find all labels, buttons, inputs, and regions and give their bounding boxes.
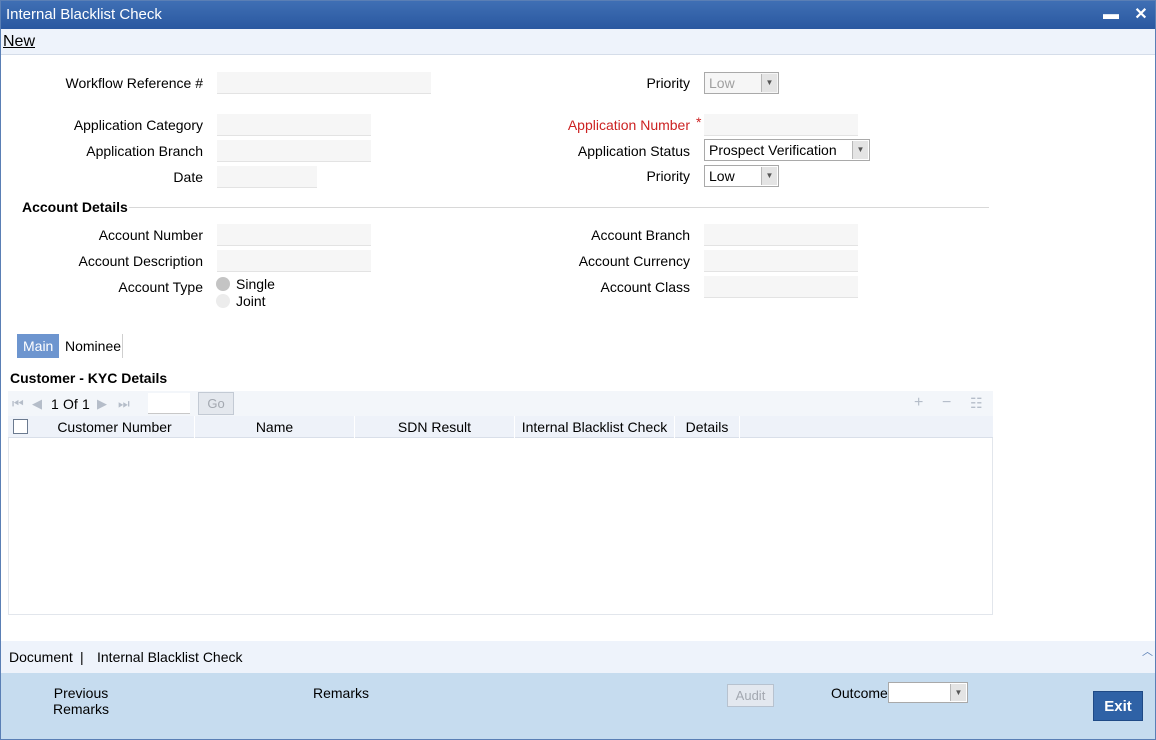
account-type-joint-label: Joint	[236, 293, 266, 309]
account-details-title: Account Details	[22, 199, 128, 215]
priority-label: Priority	[646, 168, 690, 184]
chevron-down-icon: ▼	[950, 684, 966, 701]
application-category-input[interactable]	[217, 114, 371, 136]
go-button[interactable]: Go	[198, 392, 234, 415]
column-header-sdn-result[interactable]: SDN Result	[355, 416, 515, 438]
outcome-label: Outcome	[831, 685, 888, 701]
exit-button[interactable]: Exit	[1093, 691, 1143, 721]
previous-remarks-line1: Previous	[53, 685, 109, 701]
account-class-input[interactable]	[704, 276, 858, 298]
account-description-input[interactable]	[217, 250, 371, 272]
close-icon[interactable]: ✕	[1131, 5, 1151, 25]
footer-links-bar: Document | Internal Blacklist Check ︿	[1, 641, 1155, 673]
application-status-label: Application Status	[577, 143, 690, 159]
chevron-down-icon: ▼	[761, 167, 777, 185]
internal-blacklist-check-link[interactable]: Internal Blacklist Check	[97, 649, 243, 665]
account-number-input[interactable]	[217, 224, 371, 246]
new-menu-item[interactable]: New	[3, 33, 35, 51]
account-type-label: Account Type	[118, 279, 203, 295]
account-branch-label: Account Branch	[591, 227, 690, 243]
account-number-label: Account Number	[98, 227, 203, 243]
grid-body	[8, 438, 993, 615]
date-label: Date	[173, 169, 203, 185]
grid-header: Customer Number Name SDN Result Internal…	[8, 416, 993, 438]
application-branch-input[interactable]	[217, 140, 371, 162]
priority-top-select[interactable]: Low ▼	[704, 72, 779, 94]
pager-total: 1	[82, 396, 90, 412]
pager-of-label: Of	[63, 396, 78, 412]
footer-link-separator: |	[80, 649, 84, 665]
column-header-details[interactable]: Details	[675, 416, 740, 438]
menu-bar: New	[1, 29, 1155, 55]
next-page-icon[interactable]: ▶	[97, 397, 107, 411]
account-currency-label: Account Currency	[578, 253, 690, 269]
page-number-input[interactable]	[148, 393, 190, 414]
account-class-label: Account Class	[600, 279, 690, 295]
application-status-select[interactable]: Prospect Verification ▼	[704, 139, 870, 161]
view-rows-icon[interactable]: ☷	[970, 396, 983, 410]
priority-select[interactable]: Low ▼	[704, 165, 779, 187]
required-marker: *	[696, 114, 702, 130]
tab-divider	[122, 334, 123, 358]
priority-top-value: Low	[709, 75, 735, 91]
chevron-down-icon: ▼	[761, 74, 777, 92]
application-number-label: Application Number	[567, 117, 690, 133]
chevron-up-icon[interactable]: ︿	[1142, 643, 1153, 659]
first-page-icon[interactable]: ⏮	[12, 397, 24, 411]
chevron-down-icon: ▼	[852, 141, 868, 159]
date-input[interactable]	[217, 166, 317, 188]
account-branch-input[interactable]	[704, 224, 858, 246]
kyc-details-title: Customer - KYC Details	[10, 370, 168, 386]
add-row-icon[interactable]: +	[914, 395, 923, 411]
outcome-select[interactable]: ▼	[888, 682, 968, 703]
application-category-label: Application Category	[73, 117, 203, 133]
workflow-reference-input[interactable]	[217, 72, 431, 94]
account-currency-input[interactable]	[704, 250, 858, 272]
workflow-reference-label: Workflow Reference #	[65, 75, 203, 91]
priority-value: Low	[709, 168, 735, 184]
grid-toolbar: ⏮ ◀ 1 Of 1 ▶ ⏭ Go + − ☷	[8, 391, 993, 416]
account-type-single-label: Single	[236, 276, 275, 292]
pager-current: 1	[51, 396, 59, 412]
previous-remarks-line2: Remarks	[52, 701, 109, 717]
document-link[interactable]: Document	[9, 649, 73, 665]
previous-page-icon[interactable]: ◀	[32, 397, 42, 411]
account-type-joint-radio[interactable]	[216, 294, 230, 308]
application-branch-label: Application Branch	[86, 143, 203, 159]
account-type-single-radio[interactable]	[216, 277, 230, 291]
previous-remarks-button[interactable]: Previous Remarks	[41, 685, 121, 717]
audit-button[interactable]: Audit	[727, 684, 774, 707]
application-number-input[interactable]	[704, 114, 858, 136]
tab-main[interactable]: Main	[17, 334, 60, 358]
title-bar: Internal Blacklist Check ▬ ✕	[1, 1, 1155, 29]
account-details-divider	[129, 207, 989, 208]
remarks-button[interactable]: Remarks	[313, 685, 369, 701]
application-status-value: Prospect Verification	[709, 142, 837, 158]
tab-nominee[interactable]: Nominee	[59, 334, 127, 358]
internal-blacklist-check-window: Internal Blacklist Check ▬ ✕ New Workflo…	[0, 0, 1156, 740]
account-description-label: Account Description	[78, 253, 203, 269]
footer-bar	[1, 673, 1155, 739]
last-page-icon[interactable]: ⏭	[118, 397, 130, 411]
window-title: Internal Blacklist Check	[6, 6, 162, 23]
minimize-icon[interactable]: ▬	[1101, 5, 1121, 25]
column-header-internal-blacklist-check[interactable]: Internal Blacklist Check	[515, 416, 675, 438]
priority-top-label: Priority	[646, 75, 690, 91]
column-header-name[interactable]: Name	[195, 416, 355, 438]
select-all-checkbox[interactable]	[13, 419, 28, 434]
column-header-customer-number[interactable]: Customer Number	[35, 416, 195, 438]
delete-row-icon[interactable]: −	[942, 395, 951, 411]
